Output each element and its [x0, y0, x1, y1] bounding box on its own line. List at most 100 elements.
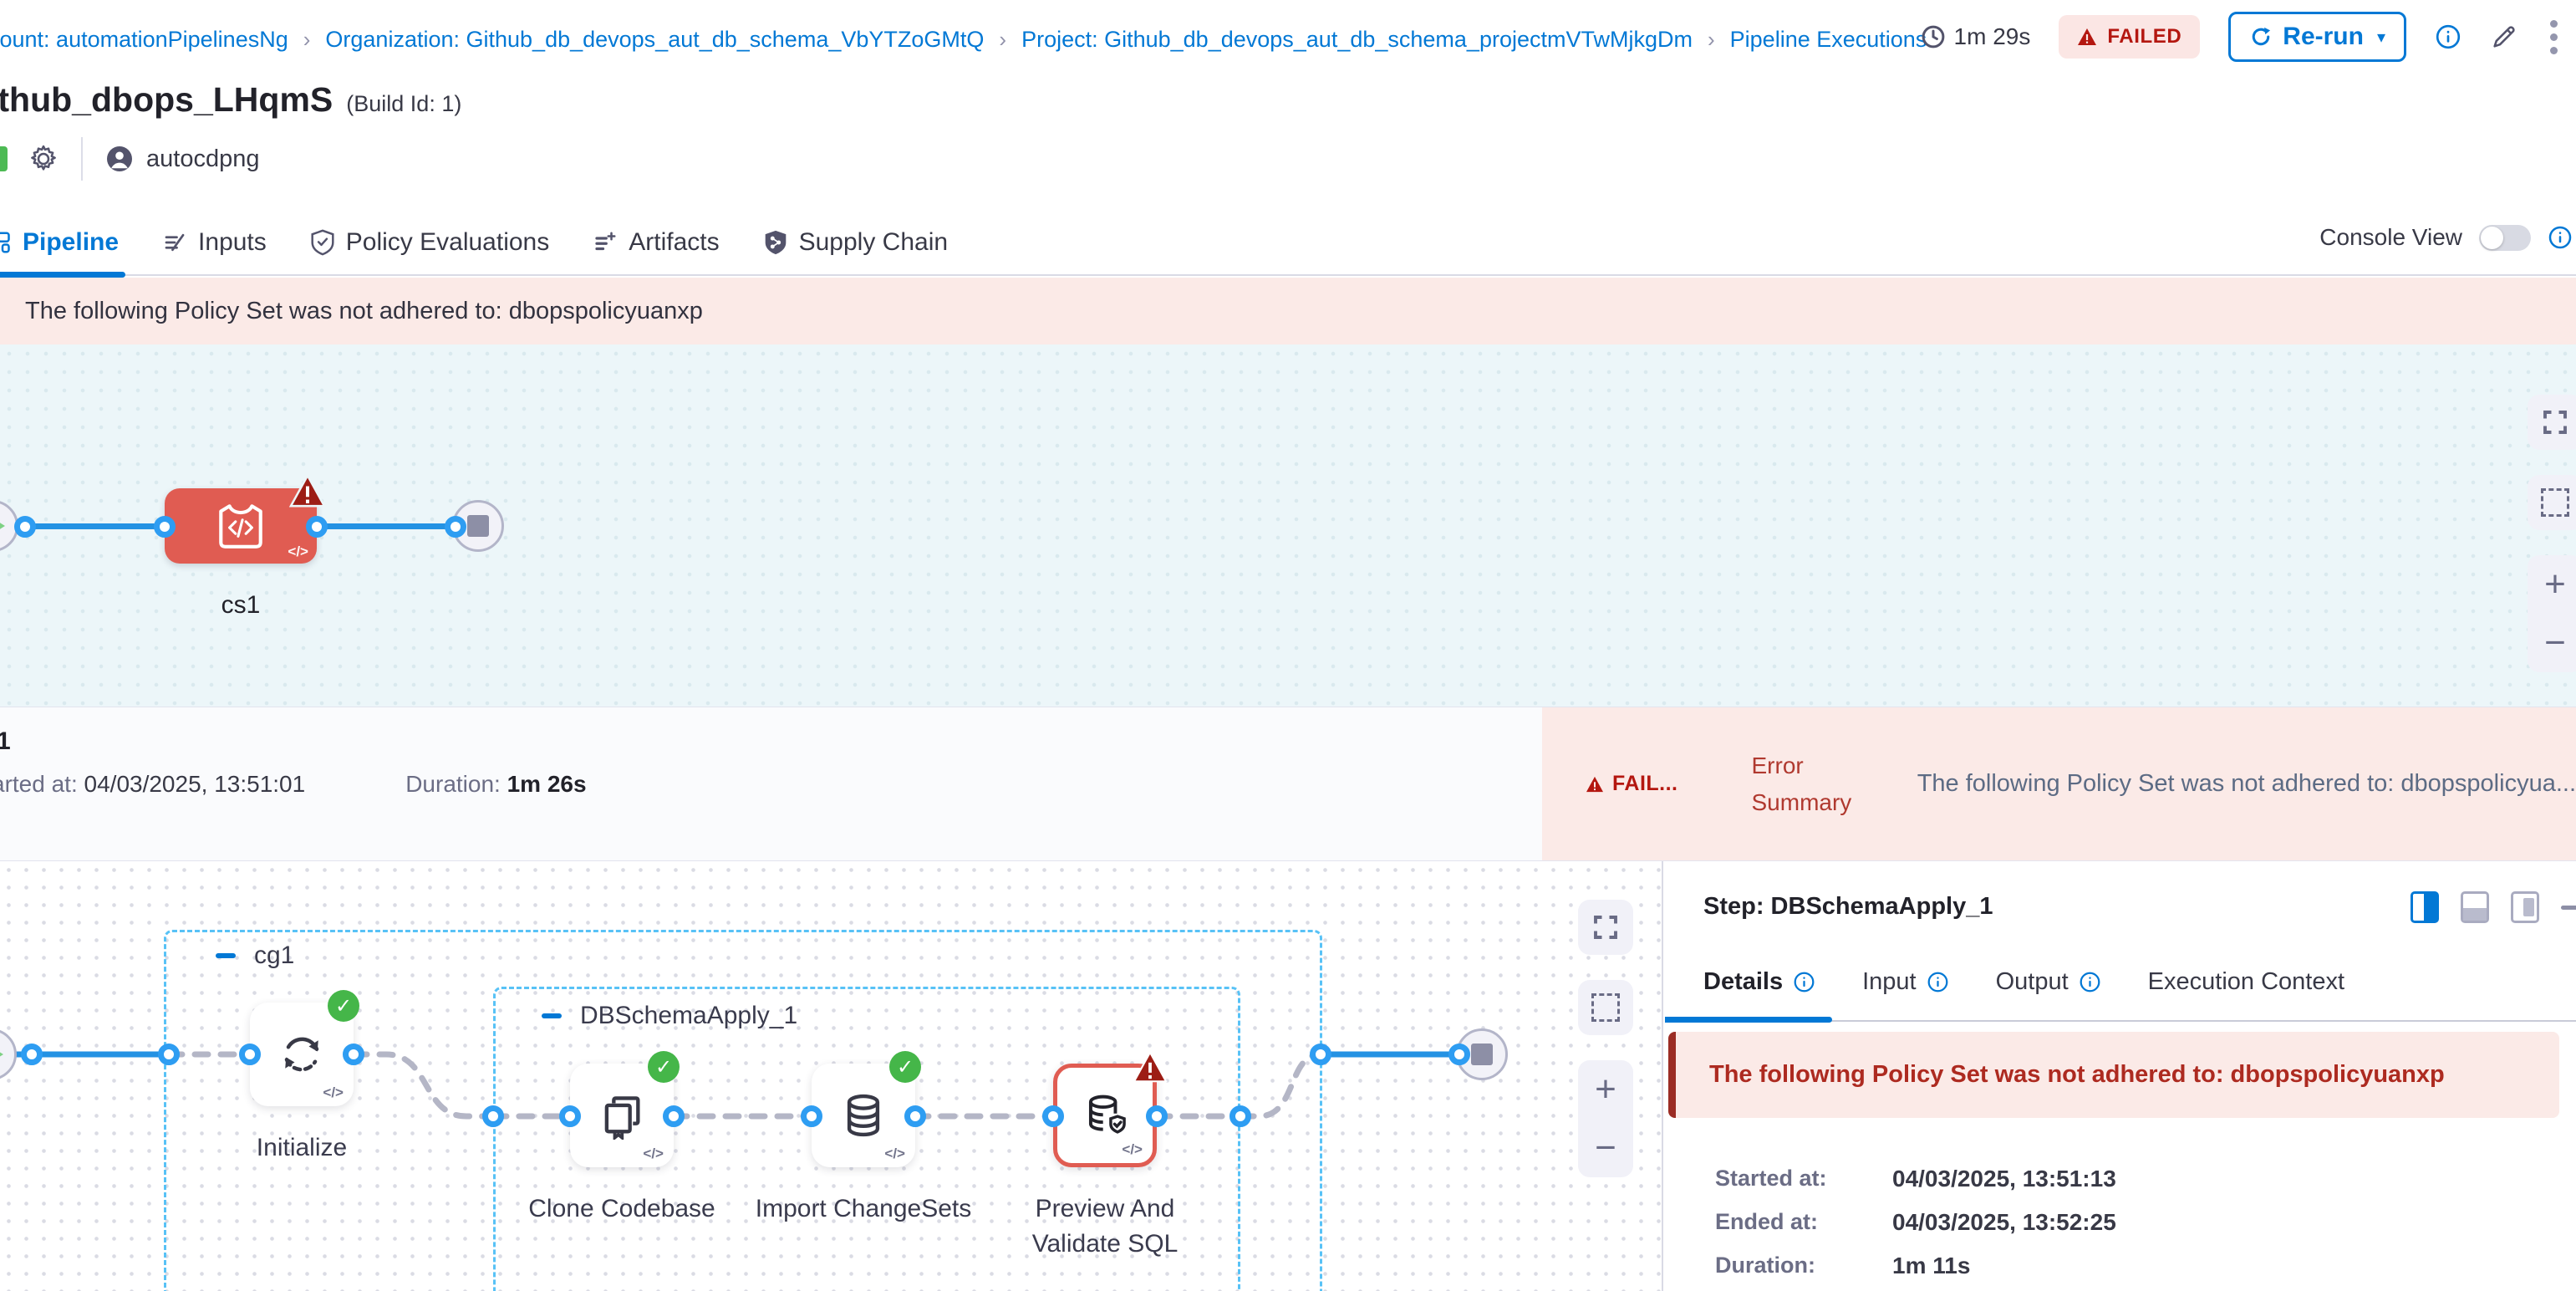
error-summary-text: The following Policy Set was not adhered… — [1917, 770, 2576, 798]
tab-artifacts[interactable]: Artifacts — [593, 211, 719, 274]
tab-policy-evaluations-label: Policy Evaluations — [346, 228, 549, 257]
breadcrumb-pipeline-executions[interactable]: Pipeline Executions — [1730, 27, 1927, 53]
marquee-select-button[interactable] — [1578, 980, 1633, 1035]
started-at: arted at: 04/03/2025, 13:51:01 — [0, 771, 305, 798]
graph-edge — [317, 523, 459, 529]
pipeline-execution-page: count: automationPipelinesNg › Organizat… — [0, 0, 2576, 1291]
stage-graph-canvas[interactable]: </> cs1 + − — [0, 344, 2576, 707]
chevron-right-icon: › — [999, 27, 1006, 53]
fail-chip: FAIL... — [1586, 772, 1678, 796]
connector-port[interactable] — [1310, 1044, 1331, 1065]
connector-port[interactable] — [306, 516, 328, 538]
detail-label: Started at: — [1715, 1166, 1892, 1192]
warning-triangle-icon — [1586, 776, 1604, 793]
rerun-button[interactable]: Re-run ▾ — [2228, 12, 2406, 62]
detail-row-ended: Ended at: 04/03/2025, 13:52:25 — [1715, 1209, 2116, 1236]
panel-tab-output-label: Output — [1996, 968, 2069, 996]
code-glyph: </> — [1122, 1141, 1143, 1158]
step-label-initialize: Initialize — [193, 1130, 410, 1166]
fullscreen-button[interactable] — [2528, 395, 2576, 450]
stop-icon — [467, 515, 489, 537]
collapse-icon[interactable] — [542, 1013, 562, 1018]
step-graph-canvas[interactable]: cg1 DBSchemaApply_1 </> ✓ Initialize </>… — [0, 861, 1663, 1291]
marquee-select-button[interactable] — [2528, 475, 2576, 530]
success-badge-icon: ✓ — [648, 1051, 680, 1083]
minimize-panel-icon[interactable] — [2561, 906, 2576, 910]
breadcrumb-project[interactable]: Project: Github_db_devops_aut_db_schema_… — [1021, 27, 1693, 53]
info-icon[interactable] — [2079, 971, 2101, 993]
code-glyph: </> — [323, 1084, 344, 1101]
tab-pipeline[interactable]: Pipeline — [0, 211, 119, 274]
tab-supply-chain[interactable]: Supply Chain — [763, 211, 948, 274]
info-icon[interactable] — [2435, 23, 2461, 50]
connector-port[interactable] — [559, 1105, 581, 1127]
connector-port[interactable] — [1146, 1105, 1168, 1127]
info-icon[interactable] — [1793, 971, 1815, 993]
detail-value: 04/03/2025, 13:51:13 — [1892, 1166, 2116, 1192]
zoom-out-button[interactable]: − — [2544, 622, 2566, 664]
info-icon[interactable] — [2548, 225, 2573, 250]
breadcrumb-account[interactable]: count: automationPipelinesNg — [0, 27, 288, 53]
stage-name: 1 — [0, 727, 11, 756]
edit-pencil-icon[interactable] — [2490, 23, 2518, 51]
caret-down-icon[interactable]: ▾ — [2377, 27, 2385, 48]
code-stage-icon — [213, 500, 268, 552]
stage-node-label: cs1 — [221, 591, 261, 620]
code-glyph: </> — [288, 543, 308, 560]
stage-status-bar: 1 arted at: 04/03/2025, 13:51:01 Duratio… — [0, 707, 2576, 861]
gear-icon[interactable] — [28, 143, 59, 175]
breadcrumb-organization[interactable]: Organization: Github_db_devops_aut_db_sc… — [325, 27, 984, 53]
connector-port[interactable] — [663, 1105, 685, 1127]
connector-port[interactable] — [154, 516, 176, 538]
step-label-preview-validate-sql: Preview And Validate SQL — [996, 1191, 1214, 1262]
trigger-user-name: autocdpng — [146, 145, 259, 173]
connector-port[interactable] — [343, 1044, 364, 1065]
connector-port[interactable] — [1042, 1105, 1064, 1127]
connector-port[interactable] — [801, 1105, 822, 1127]
connector-port[interactable] — [445, 516, 466, 538]
layout-right-panel-icon[interactable] — [2411, 891, 2439, 923]
tab-inputs[interactable]: Inputs — [162, 211, 267, 274]
zoom-controls: + − — [1578, 1060, 1633, 1177]
connector-port[interactable] — [21, 1044, 43, 1065]
success-badge-icon: ✓ — [889, 1051, 921, 1083]
connector-port[interactable] — [239, 1044, 261, 1065]
fullscreen-button[interactable] — [1578, 900, 1633, 955]
refresh-icon — [2249, 25, 2273, 48]
tab-supply-chain-label: Supply Chain — [799, 228, 948, 257]
panel-tab-input[interactable]: Input — [1862, 968, 1949, 996]
connector-port[interactable] — [14, 516, 36, 538]
step-error-message-text: The following Policy Set was not adhered… — [1709, 1061, 2445, 1089]
zoom-out-button[interactable]: − — [1595, 1127, 1616, 1169]
panel-tab-output[interactable]: Output — [1996, 968, 2101, 996]
zoom-in-button[interactable]: + — [1595, 1069, 1616, 1110]
connector-port[interactable] — [904, 1105, 926, 1127]
zoom-in-button[interactable]: + — [2544, 564, 2566, 605]
top-bar: count: automationPipelinesNg › Organizat… — [0, 0, 2576, 79]
connector-port[interactable] — [1229, 1105, 1251, 1127]
step-details-panel: Step: DBSchemaApply_1 Details Input Outp… — [1665, 861, 2576, 1291]
collapse-icon[interactable] — [216, 953, 236, 958]
connector-port[interactable] — [1448, 1044, 1470, 1065]
info-icon[interactable] — [1927, 971, 1949, 993]
connector-port[interactable] — [158, 1044, 180, 1065]
panel-tab-execution-context[interactable]: Execution Context — [2148, 968, 2344, 996]
status-badge: FAILED — [2059, 15, 2200, 59]
more-options-icon[interactable] — [2547, 17, 2561, 58]
code-glyph: </> — [643, 1146, 664, 1162]
step-label-clone-codebase: Clone Codebase — [513, 1191, 731, 1227]
layout-bottom-panel-icon[interactable] — [2461, 891, 2489, 923]
active-tab-underline — [0, 272, 125, 278]
step-details-title: Step: DBSchemaApply_1 — [1703, 893, 1993, 921]
graph-edge — [17, 523, 167, 529]
layout-floating-panel-icon[interactable] — [2511, 891, 2539, 923]
tab-policy-evaluations[interactable]: Policy Evaluations — [310, 211, 549, 274]
repository-icon — [598, 1091, 646, 1140]
console-view-toggle[interactable] — [2479, 225, 2531, 251]
play-icon — [0, 513, 5, 538]
connector-port[interactable] — [482, 1105, 504, 1127]
step-group-dbschemaapply-header: DBSchemaApply_1 — [542, 1002, 797, 1030]
divider — [81, 137, 83, 181]
panel-tab-details[interactable]: Details — [1703, 968, 1815, 996]
build-id: (Build Id: 1) — [346, 91, 461, 117]
